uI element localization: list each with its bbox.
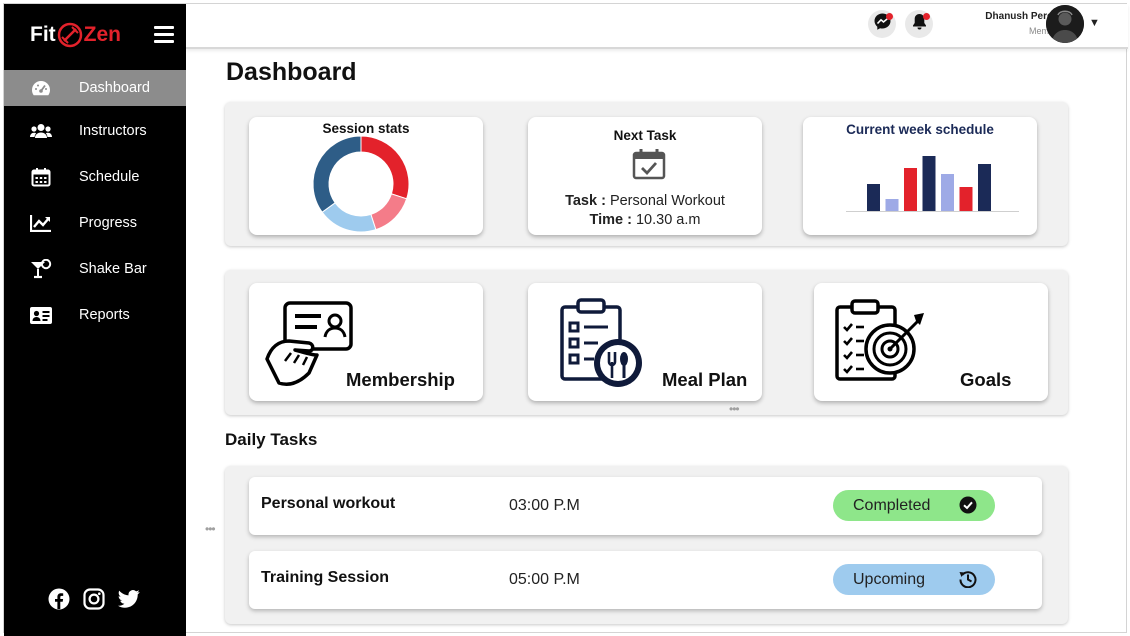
session-stats-card[interactable]: Session stats	[249, 117, 483, 235]
social-links	[47, 587, 141, 611]
table-row[interactable]: Training Session 05:00 P.M Upcoming	[249, 551, 1042, 609]
sidebar-item-label: Instructors	[79, 123, 147, 139]
sidebar-item-shake-bar[interactable]: Shake Bar	[4, 251, 186, 287]
features-panel: Membership Meal Plan Goals	[225, 270, 1068, 415]
donut-slice	[312, 135, 362, 213]
membership-label: Membership	[346, 369, 455, 390]
chevron-down-icon[interactable]: ▼	[1089, 17, 1100, 29]
time-value: 10.30 a.m	[635, 212, 701, 228]
users-group-icon	[30, 120, 52, 142]
sidebar-item-label: Shake Bar	[79, 261, 147, 277]
sidebar-item-schedule[interactable]: Schedule	[4, 159, 186, 195]
session-stats-donut-chart	[312, 135, 410, 233]
membership-card[interactable]: Membership	[249, 283, 483, 401]
notifications-button[interactable]	[905, 10, 933, 38]
meal-plan-icon	[558, 297, 644, 394]
dashboard-gauge-icon	[30, 77, 52, 99]
next-task-card[interactable]: Next Task Task : Personal Workout Time :…	[528, 117, 762, 235]
app-logo[interactable]: Fit Zen	[30, 20, 130, 50]
task-value: Personal Workout	[609, 193, 725, 209]
next-task-title: Next Task	[613, 128, 677, 143]
messenger-button[interactable]	[868, 10, 896, 38]
calendar-check-icon	[632, 148, 666, 185]
task-name: Training Session	[261, 569, 390, 586]
sidebar-item-progress[interactable]: Progress	[4, 205, 186, 241]
schedule-bar	[959, 187, 973, 211]
status-badge[interactable]: Completed	[833, 490, 995, 521]
logo-text-fit: Fit	[30, 23, 56, 46]
stats-panel: Session stats Next Task Task : Personal …	[225, 102, 1068, 246]
task-time: 03:00 P.M	[509, 497, 580, 514]
drag-handle[interactable]: •••	[205, 522, 216, 536]
notification-dot	[923, 13, 930, 20]
donut-slice	[360, 135, 410, 200]
meal-plan-card[interactable]: Meal Plan	[528, 283, 762, 401]
schedule-bar	[867, 184, 880, 211]
table-row[interactable]: Personal workout 03:00 P.M Completed	[249, 477, 1042, 535]
notification-dot	[886, 13, 893, 20]
daily-tasks-title: Daily Tasks	[225, 430, 318, 449]
meal-plan-label: Meal Plan	[662, 369, 748, 390]
sidebar-item-instructors[interactable]: Instructors	[4, 113, 186, 149]
next-task-time-line: Time : 10.30 a.m	[528, 212, 762, 228]
week-schedule-title: Current week schedule	[846, 122, 994, 137]
calendar-icon	[30, 166, 52, 188]
page-title: Dashboard	[226, 58, 357, 86]
schedule-bar	[978, 164, 991, 211]
sidebar-item-label: Reports	[79, 307, 130, 323]
sidebar-item-label: Dashboard	[79, 80, 150, 96]
schedule-bar	[922, 156, 936, 211]
instagram-icon[interactable]	[82, 587, 106, 611]
week-schedule-bar-chart	[846, 156, 1019, 212]
sidebar-item-dashboard[interactable]: Dashboard	[4, 70, 186, 106]
next-task-name-line: Task : Personal Workout	[528, 193, 762, 209]
chart-line-icon	[30, 212, 52, 234]
task-name: Personal workout	[261, 495, 396, 512]
status-label: Completed	[853, 496, 931, 514]
time-label: Time :	[589, 212, 632, 228]
membership-card-icon	[265, 299, 357, 394]
goals-card[interactable]: Goals	[814, 283, 1048, 401]
check-circle-icon	[959, 496, 977, 514]
id-card-icon	[30, 304, 52, 326]
status-label: Upcoming	[853, 570, 926, 588]
schedule-bar	[885, 199, 899, 211]
sidebar-item-label: Progress	[79, 215, 138, 231]
history-icon	[959, 570, 977, 589]
menu-toggle-icon[interactable]	[154, 26, 174, 44]
top-bar: Dhanush Perera Member ▼	[186, 4, 1128, 49]
week-schedule-card[interactable]: Current week schedule	[803, 117, 1037, 235]
logo-text-zen: Zen	[83, 23, 121, 46]
sidebar-nav: Dashboard Instructors Schedule Progress …	[4, 70, 186, 343]
sidebar: Fit Zen Dashboard Instructors Schedule P…	[4, 4, 186, 636]
status-badge[interactable]: Upcoming	[833, 564, 995, 595]
schedule-bar	[941, 174, 954, 211]
dumbbell-logo-icon	[57, 22, 83, 48]
donut-slice	[370, 193, 408, 231]
goals-label: Goals	[960, 369, 1012, 390]
sidebar-item-label: Schedule	[79, 169, 140, 185]
cocktail-icon	[30, 258, 52, 280]
task-time: 05:00 P.M	[509, 571, 580, 588]
goals-target-icon	[834, 299, 926, 388]
schedule-bar	[904, 168, 917, 211]
task-label: Task :	[565, 193, 606, 209]
avatar[interactable]	[1046, 5, 1084, 43]
facebook-icon[interactable]	[47, 587, 71, 611]
donut-slice	[321, 202, 377, 233]
sidebar-item-reports[interactable]: Reports	[4, 297, 186, 333]
drag-handle[interactable]: •••	[729, 402, 740, 416]
twitter-icon[interactable]	[117, 587, 141, 611]
